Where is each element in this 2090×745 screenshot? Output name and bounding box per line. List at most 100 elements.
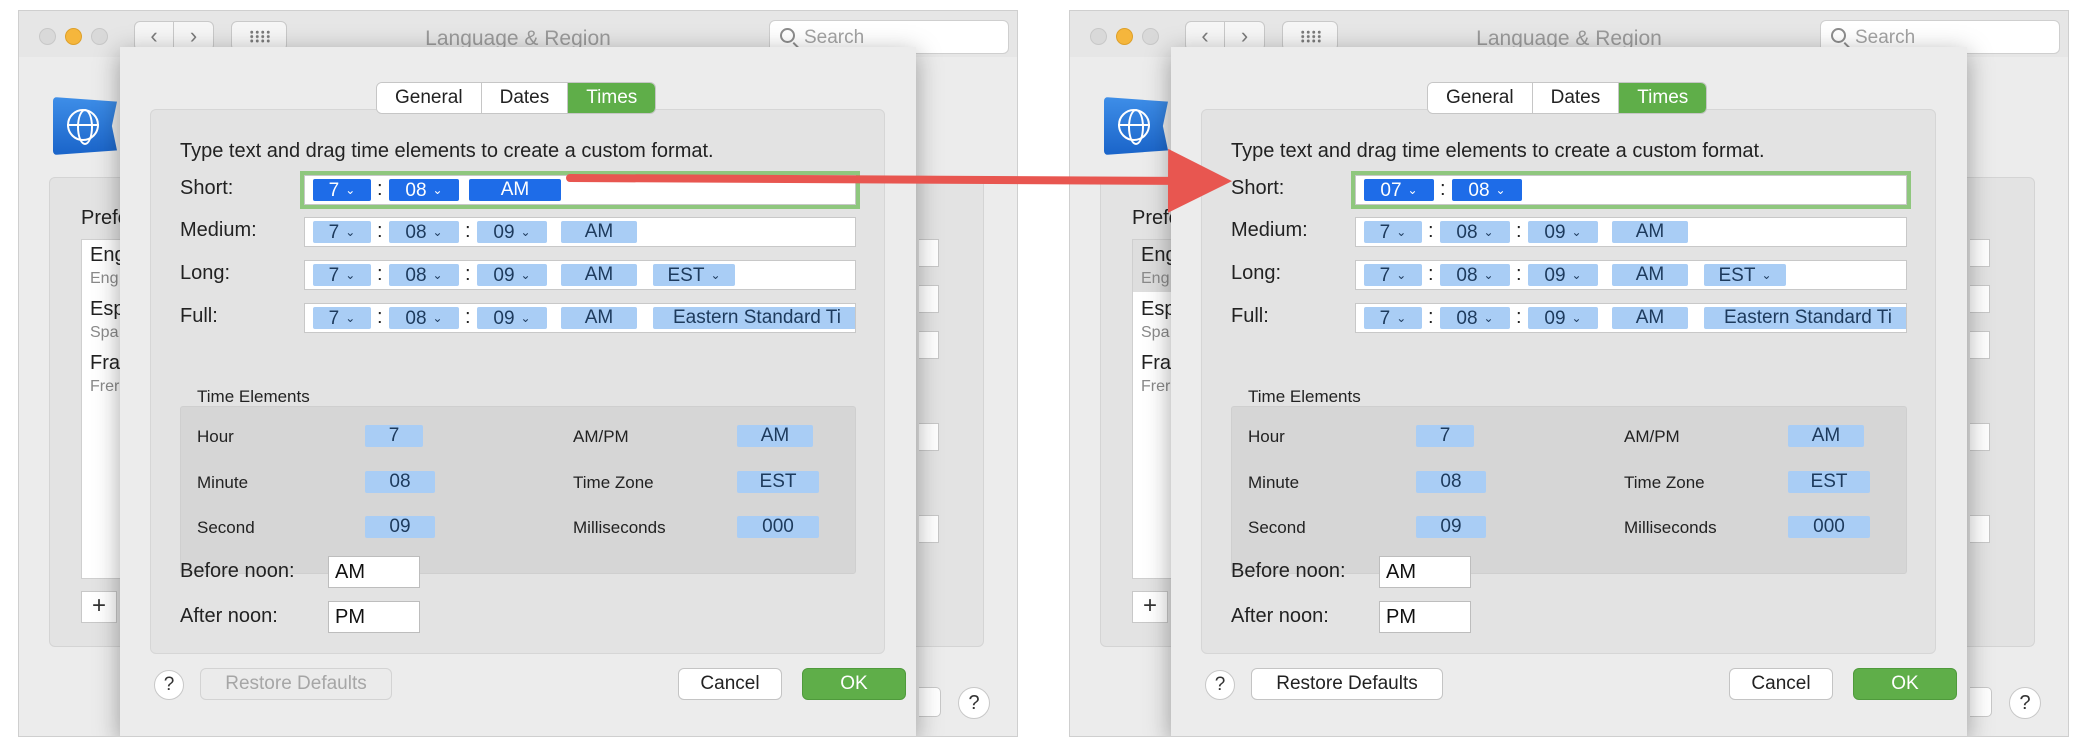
region-select-stub[interactable] [1970, 239, 1990, 267]
hour-element[interactable]: 7 [1416, 425, 1474, 447]
after-noon-field[interactable] [1379, 601, 1471, 633]
list-sort-select-stub[interactable] [919, 515, 939, 543]
chevron-down-icon: ⌄ [345, 268, 356, 282]
close-button[interactable] [1090, 28, 1107, 45]
minute-token[interactable]: 08 ⌄ [389, 179, 459, 201]
long-format-field[interactable]: 7 ⌄ : 08 ⌄ : 09 ⌄ AM EST ⌄ [304, 260, 856, 290]
advanced-button-stub[interactable] [919, 687, 941, 717]
first-day-select-stub[interactable] [1970, 285, 1990, 313]
temperature-select-stub[interactable] [919, 423, 939, 451]
advanced-button-stub[interactable] [1970, 687, 1992, 717]
help-button[interactable]: ? [154, 670, 184, 700]
minute-token[interactable]: 08 ⌄ [1440, 307, 1510, 329]
second-token[interactable]: 09 ⌄ [1528, 264, 1598, 286]
ok-button[interactable]: OK [1853, 668, 1957, 700]
list-item[interactable]: Fra [1141, 352, 1171, 375]
chevron-down-icon: ⌄ [1396, 225, 1407, 239]
restore-defaults-button[interactable]: Restore Defaults [1251, 668, 1443, 700]
tab-dates[interactable]: Dates [481, 83, 569, 113]
cancel-button[interactable]: Cancel [678, 668, 782, 700]
restore-defaults-button[interactable]: Restore Defaults [200, 668, 392, 700]
hour-token[interactable]: 7 ⌄ [313, 179, 371, 201]
hour-token[interactable]: 7 ⌄ [1364, 221, 1422, 243]
minute-element[interactable]: 08 [1416, 471, 1486, 493]
ampm-token[interactable]: AM [1612, 307, 1688, 329]
short-format-field[interactable]: 07 ⌄ : 08 ⌄ [1351, 171, 1911, 209]
timezone-element[interactable]: EST [737, 471, 819, 493]
second-token[interactable]: 09 ⌄ [1528, 307, 1598, 329]
hour-token[interactable]: 07 ⌄ [1364, 179, 1434, 201]
second-element[interactable]: 09 [1416, 516, 1486, 538]
temperature-select-stub[interactable] [1970, 423, 1990, 451]
hour-token[interactable]: 7 ⌄ [1364, 307, 1422, 329]
ampm-token[interactable]: AM [561, 221, 637, 243]
minute-element[interactable]: 08 [365, 471, 435, 493]
second-token[interactable]: 09 ⌄ [1528, 221, 1598, 243]
hour-token[interactable]: 7 ⌄ [313, 307, 371, 329]
long-format-field[interactable]: 7 ⌄ : 08 ⌄ : 09 ⌄ AM EST ⌄ [1355, 260, 1907, 290]
ampm-element[interactable]: AM [737, 425, 813, 447]
ampm-token[interactable]: AM [1612, 264, 1688, 286]
ampm-element[interactable]: AM [1788, 425, 1864, 447]
region-select-stub[interactable] [919, 239, 939, 267]
hour-token[interactable]: 7 ⌄ [313, 264, 371, 286]
minimize-button[interactable] [1116, 28, 1133, 45]
ok-button[interactable]: OK [802, 668, 906, 700]
calendar-select-stub[interactable] [919, 331, 939, 359]
second-token[interactable]: 09 ⌄ [477, 264, 547, 286]
tab-dates[interactable]: Dates [1532, 83, 1620, 113]
minute-token-value: 08 [1456, 308, 1478, 329]
short-format-field[interactable]: 7 ⌄ : 08 ⌄ AM [300, 171, 860, 209]
after-noon-field[interactable] [328, 601, 420, 633]
add-language-button[interactable]: + [1132, 591, 1168, 623]
hour-token[interactable]: 7 ⌄ [313, 221, 371, 243]
second-token[interactable]: 09 ⌄ [477, 221, 547, 243]
close-button[interactable] [39, 28, 56, 45]
tab-general[interactable]: General [377, 83, 482, 113]
zoom-button[interactable] [91, 28, 108, 45]
zoom-button[interactable] [1142, 28, 1159, 45]
ampm-token[interactable]: AM [561, 264, 637, 286]
medium-format-field[interactable]: 7 ⌄ : 08 ⌄ : 09 ⌄ AM [1355, 217, 1907, 247]
minute-token-value: 08 [405, 180, 427, 201]
ampm-token[interactable]: AM [561, 307, 637, 329]
timezone-token[interactable]: EST ⌄ [1704, 264, 1786, 286]
before-noon-field[interactable] [328, 556, 420, 588]
timezone-token[interactable]: Eastern Standard Ti [653, 307, 855, 329]
help-button[interactable]: ? [1205, 670, 1235, 700]
hour-element[interactable]: 7 [365, 425, 423, 447]
background-help-button[interactable]: ? [958, 687, 990, 719]
tab-general[interactable]: General [1428, 83, 1533, 113]
minute-token[interactable]: 08 ⌄ [389, 264, 459, 286]
minute-token[interactable]: 08 ⌄ [1452, 179, 1522, 201]
ampm-token[interactable]: AM [1612, 221, 1688, 243]
timezone-token[interactable]: Eastern Standard Ti [1704, 307, 1906, 329]
second-element[interactable]: 09 [365, 516, 435, 538]
minute-token[interactable]: 08 ⌄ [1440, 264, 1510, 286]
second-token-value: 09 [493, 308, 515, 329]
milliseconds-element[interactable]: 000 [1788, 516, 1870, 538]
full-format-field[interactable]: 7 ⌄ : 08 ⌄ : 09 ⌄ AM Eastern Standard Ti [1355, 303, 1907, 333]
tab-times[interactable]: Times [568, 83, 656, 113]
minimize-button[interactable] [65, 28, 82, 45]
full-format-field[interactable]: 7 ⌄ : 08 ⌄ : 09 ⌄ AM Eastern Standard Ti [304, 303, 856, 333]
before-noon-field[interactable] [1379, 556, 1471, 588]
list-sort-select-stub[interactable] [1970, 515, 1990, 543]
timezone-element[interactable]: EST [1788, 471, 1870, 493]
tab-times[interactable]: Times [1619, 83, 1707, 113]
ampm-token[interactable]: AM [469, 179, 561, 201]
cancel-button[interactable]: Cancel [1729, 668, 1833, 700]
add-language-button[interactable]: + [81, 591, 117, 623]
minute-token[interactable]: 08 ⌄ [389, 307, 459, 329]
first-day-select-stub[interactable] [919, 285, 939, 313]
second-token[interactable]: 09 ⌄ [477, 307, 547, 329]
timezone-token[interactable]: EST ⌄ [653, 264, 735, 286]
minute-token[interactable]: 08 ⌄ [389, 221, 459, 243]
milliseconds-element[interactable]: 000 [737, 516, 819, 538]
hour-token[interactable]: 7 ⌄ [1364, 264, 1422, 286]
medium-format-field[interactable]: 7 ⌄ : 08 ⌄ : 09 ⌄ AM [304, 217, 856, 247]
minute-token[interactable]: 08 ⌄ [1440, 221, 1510, 243]
list-item[interactable]: Fra [90, 352, 120, 375]
calendar-select-stub[interactable] [1970, 331, 1990, 359]
background-help-button[interactable]: ? [2009, 687, 2041, 719]
